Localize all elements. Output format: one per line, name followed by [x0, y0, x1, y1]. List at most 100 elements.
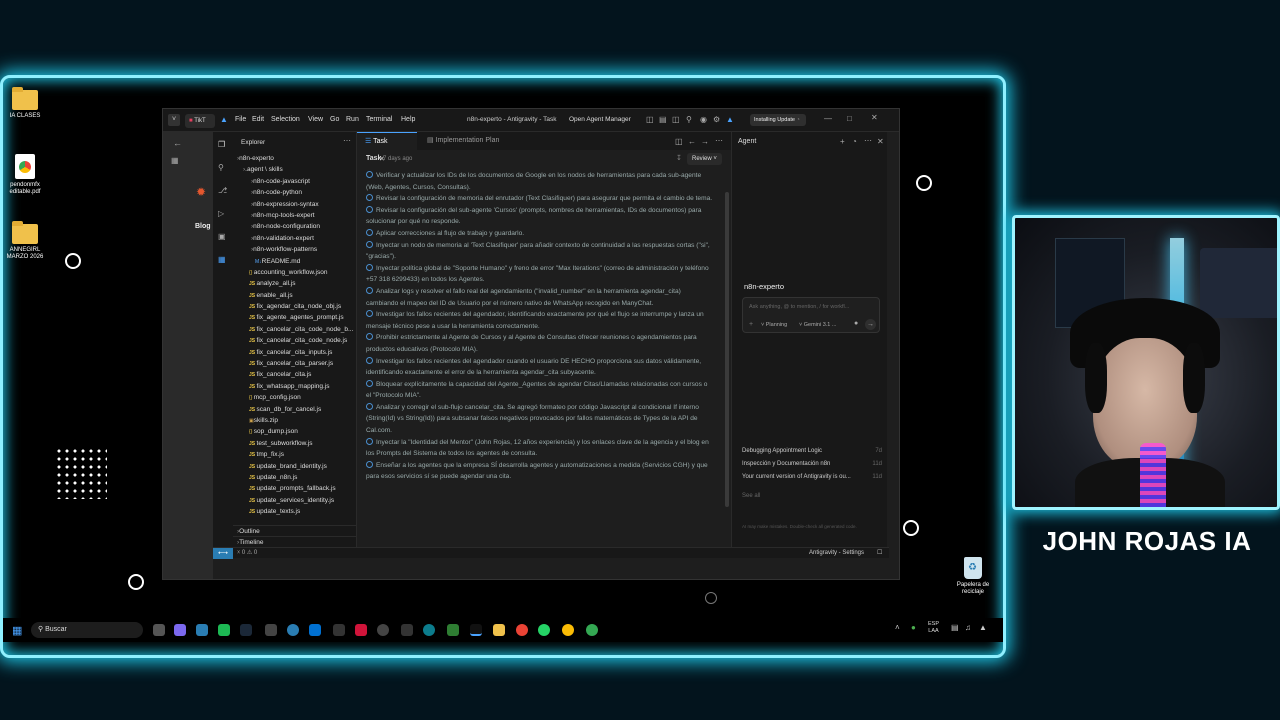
- tab-task[interactable]: ☰ Task ✕: [357, 132, 417, 163]
- openai-icon[interactable]: [377, 624, 389, 636]
- tree-file[interactable]: fix_agendar_cita_node_obj.js: [233, 301, 357, 312]
- tree-file[interactable]: tmp_fix.js: [233, 449, 357, 460]
- tab-implementation-plan[interactable]: ▤ Implementation Plan: [419, 132, 507, 150]
- tree-file[interactable]: update_prompts_fallback.js: [233, 483, 357, 494]
- history-icon[interactable]: ◔: [852, 137, 857, 146]
- tree-file[interactable]: update_services_identity.js: [233, 495, 357, 506]
- plus-icon[interactable]: +: [749, 321, 753, 328]
- remote-icon[interactable]: ▣: [218, 232, 226, 241]
- menu-file[interactable]: File: [235, 116, 246, 123]
- tree-file[interactable]: test_subworkflow.js: [233, 438, 357, 449]
- tree-file[interactable]: enable_all.js: [233, 290, 357, 301]
- menu-go[interactable]: Go: [330, 116, 339, 123]
- tree-folder[interactable]: n8n-code-python: [233, 187, 357, 198]
- more-icon[interactable]: ⋯: [343, 136, 351, 145]
- volume-icon[interactable]: ♫: [965, 623, 971, 632]
- problems-indicator[interactable]: ☓ 0 ⚠ 0: [237, 548, 257, 559]
- menu-edit[interactable]: Edit: [252, 116, 264, 123]
- app-icon[interactable]: [287, 624, 299, 636]
- more-icon[interactable]: ⋯: [715, 136, 723, 145]
- back-arrow-icon[interactable]: ←: [688, 137, 696, 146]
- menu-run[interactable]: Run: [346, 116, 359, 123]
- layout-panel-icon[interactable]: ▤: [659, 115, 667, 124]
- review-button[interactable]: Review ˅: [687, 153, 722, 165]
- split-editor-icon[interactable]: ◫: [675, 137, 683, 146]
- editor-scrollbar[interactable]: [725, 192, 729, 507]
- account-icon[interactable]: ◉: [700, 115, 707, 124]
- model-selector[interactable]: ˅ Gemini 3.1 ...: [799, 322, 836, 328]
- tree-file[interactable]: scan_db_for_cancel.js: [233, 404, 357, 415]
- chrome-icon[interactable]: [562, 624, 574, 636]
- capcut-icon[interactable]: [265, 624, 277, 636]
- open-agent-manager-button[interactable]: Open Agent Manager: [569, 116, 631, 123]
- menu-selection[interactable]: Selection: [271, 116, 300, 123]
- settings-status[interactable]: Antigravity - Settings: [809, 548, 864, 559]
- file-explorer-icon[interactable]: [493, 624, 505, 636]
- menu-view[interactable]: View: [308, 116, 323, 123]
- download-icon[interactable]: ↧: [676, 150, 682, 168]
- play-icon[interactable]: [218, 624, 230, 636]
- desktop-icon-annegirl[interactable]: ANNEGIRL MARZO 2026: [3, 221, 47, 261]
- history-item[interactable]: Debugging Appointment Logic 7d: [742, 448, 882, 461]
- task-view-icon[interactable]: [153, 624, 165, 636]
- tree-file[interactable]: sop_dump.json: [233, 426, 357, 437]
- tree-file[interactable]: fix_agente_agentes_prompt.js: [233, 312, 357, 323]
- installing-update-badge[interactable]: Installing Update ◔: [750, 114, 806, 126]
- tree-file[interactable]: fix_cancelar_cita_code_node.js: [233, 335, 357, 346]
- tree-folder-agent[interactable]: .agent \ skills: [233, 164, 357, 175]
- microphone-icon[interactable]: ●: [911, 623, 916, 632]
- tree-file[interactable]: update_texts.js: [233, 506, 357, 517]
- tree-folder[interactable]: n8n-code-javascript: [233, 176, 357, 187]
- tree-file[interactable]: update_n8n.js: [233, 472, 357, 483]
- gear-icon[interactable]: ⚙: [713, 115, 720, 124]
- tree-file[interactable]: README.md: [233, 256, 357, 267]
- tree-file[interactable]: fix_cancelar_cita_parser.js: [233, 358, 357, 369]
- search-icon[interactable]: ⚲: [218, 163, 224, 172]
- chrome-icon[interactable]: [516, 624, 528, 636]
- desktop-icon-ia-clases[interactable]: IA CLASES: [3, 87, 47, 120]
- shield-icon[interactable]: [447, 624, 459, 636]
- windows-start-icon[interactable]: ▦: [12, 624, 22, 637]
- plus-icon[interactable]: +: [840, 137, 845, 146]
- menu-help[interactable]: Help: [401, 116, 415, 123]
- language-indicator[interactable]: ESP LAA: [928, 621, 939, 635]
- store-icon[interactable]: [196, 624, 208, 636]
- run-debug-icon[interactable]: ▷: [218, 209, 224, 218]
- outline-section[interactable]: Outline: [233, 525, 357, 536]
- history-item[interactable]: Your current version of Antigravity is o…: [742, 474, 882, 487]
- notifications-icon[interactable]: ▲: [979, 623, 987, 632]
- tree-file[interactable]: fix_whatsapp_mapping.js: [233, 381, 357, 392]
- minimize-icon[interactable]: —: [824, 114, 832, 123]
- tree-file[interactable]: fix_cancelar_cita.js: [233, 369, 357, 380]
- tree-file[interactable]: fix_cancelar_cita_inputs.js: [233, 347, 357, 358]
- see-all-link[interactable]: See all: [742, 493, 882, 506]
- copilot-icon[interactable]: [174, 624, 186, 636]
- tree-folder[interactable]: n8n-validation-expert: [233, 233, 357, 244]
- microphone-icon[interactable]: ●: [854, 320, 858, 327]
- antigravity-taskbar-icon[interactable]: [470, 624, 482, 636]
- tree-file[interactable]: accounting_workflow.json: [233, 267, 357, 278]
- forward-arrow-icon[interactable]: →: [701, 137, 709, 146]
- steam-icon[interactable]: [240, 624, 252, 636]
- menu-terminal[interactable]: Terminal: [366, 116, 392, 123]
- tiktok-icon[interactable]: [355, 624, 367, 636]
- network-icon[interactable]: ▤: [951, 623, 959, 632]
- send-icon[interactable]: →: [865, 319, 876, 330]
- extensions-icon[interactable]: ▦: [218, 255, 226, 264]
- tree-folder[interactable]: n8n-workflow-patterns: [233, 244, 357, 255]
- search-icon[interactable]: ⚲: [686, 115, 692, 124]
- source-control-icon[interactable]: ⎇: [218, 186, 227, 195]
- tree-file[interactable]: skills.zip: [233, 415, 357, 426]
- tree-folder[interactable]: n8n-mcp-tools-expert: [233, 210, 357, 221]
- antigravity-icon[interactable]: ▲: [726, 115, 734, 124]
- taskbar-search[interactable]: ⚲ Buscar: [31, 622, 143, 638]
- grid-app-icon[interactable]: [401, 624, 413, 636]
- tree-file[interactable]: update_brand_identity.js: [233, 461, 357, 472]
- tree-folder[interactable]: n8n-expression-syntax: [233, 199, 357, 210]
- tree-root[interactable]: n8n-experto: [233, 153, 357, 164]
- tree-folder[interactable]: n8n-node-configuration: [233, 221, 357, 232]
- close-icon[interactable]: ✕: [877, 137, 884, 146]
- browser-tab[interactable]: ■ TikT: [185, 114, 215, 128]
- remote-status-icon[interactable]: ⟷: [213, 548, 233, 559]
- chrome-icon[interactable]: [586, 624, 598, 636]
